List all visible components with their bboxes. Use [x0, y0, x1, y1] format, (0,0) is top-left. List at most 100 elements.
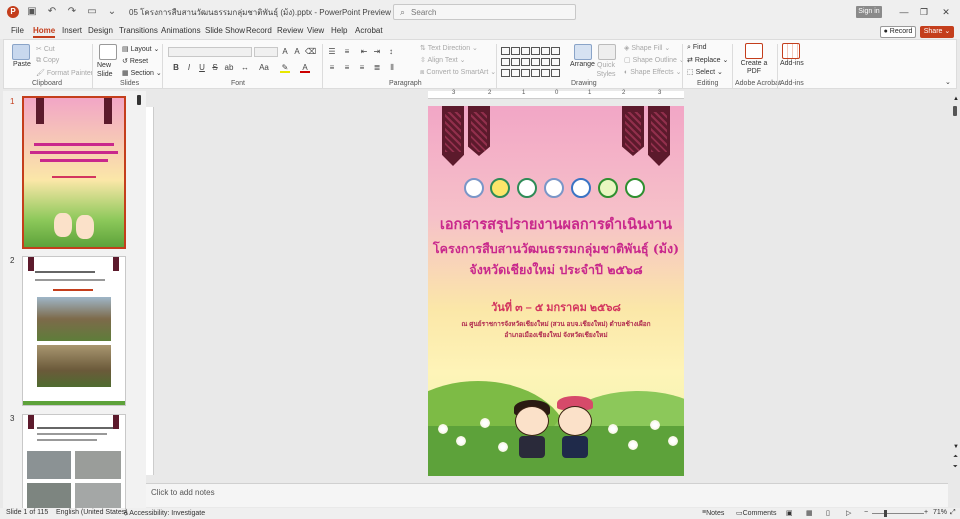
- fit-slide-icon[interactable]: ⤢: [950, 509, 956, 517]
- copy-button[interactable]: ⧉ Copy: [36, 57, 59, 65]
- zoom-slider-thumb[interactable]: [884, 510, 887, 517]
- bullets-icon[interactable]: ☰: [327, 47, 337, 57]
- char-spacing-icon[interactable]: ↔: [240, 63, 250, 73]
- tab-record[interactable]: Record: [246, 26, 272, 35]
- shape-icon[interactable]: [521, 69, 530, 77]
- create-pdf-icon[interactable]: [745, 43, 763, 59]
- shape-icon[interactable]: [511, 58, 520, 66]
- autosave-icon[interactable]: ▣: [25, 5, 39, 19]
- customize-toolbar-icon[interactable]: ⌄: [105, 5, 119, 19]
- decrease-font-icon[interactable]: A: [292, 47, 302, 57]
- layout-button[interactable]: ▤ Layout ⌄: [122, 45, 159, 53]
- find-button[interactable]: ⌕ Find: [687, 44, 707, 52]
- font-size-select[interactable]: [254, 47, 278, 57]
- scroll-up-icon[interactable]: ▲: [953, 96, 959, 102]
- editor-scrollbar[interactable]: ▲ ▼ ⏶ ⏷: [953, 96, 959, 474]
- tab-file[interactable]: File: [11, 26, 24, 35]
- restore-icon[interactable]: ❐: [916, 4, 932, 20]
- font-color-icon[interactable]: A: [300, 63, 310, 73]
- align-left-icon[interactable]: ≡: [327, 63, 337, 73]
- minimize-icon[interactable]: —: [896, 4, 912, 20]
- tab-design[interactable]: Design: [88, 26, 113, 35]
- notes-pane[interactable]: Click to add notes: [146, 483, 948, 507]
- arrange-icon[interactable]: [574, 44, 592, 60]
- sign-in-button[interactable]: Sign in: [856, 6, 882, 18]
- shape-icon[interactable]: [531, 58, 540, 66]
- align-right-icon[interactable]: ≡: [357, 63, 367, 73]
- tab-review[interactable]: Review: [277, 26, 303, 35]
- font-name-select[interactable]: [168, 47, 252, 57]
- columns-icon[interactable]: ⫴: [387, 63, 397, 73]
- shape-icon[interactable]: [521, 47, 530, 55]
- bold-button[interactable]: B: [171, 63, 181, 73]
- shape-icon[interactable]: [501, 58, 510, 66]
- select-button[interactable]: ⬚ Select ⌄: [687, 68, 723, 76]
- slide-thumbnail-2[interactable]: [22, 256, 126, 406]
- share-button[interactable]: Share ⌄: [920, 26, 954, 38]
- language-indicator[interactable]: English (United States): [56, 509, 128, 516]
- shape-icon[interactable]: [501, 69, 510, 77]
- search-input[interactable]: ⌕ Search: [393, 4, 576, 20]
- zoom-in-icon[interactable]: +: [924, 509, 928, 516]
- zoom-out-icon[interactable]: −: [864, 509, 868, 516]
- cut-button[interactable]: ✂ Cut: [36, 45, 55, 53]
- quick-styles-button[interactable]: Quick Styles: [594, 61, 618, 79]
- scroll-thumb[interactable]: [953, 106, 957, 116]
- normal-view-icon[interactable]: ▣: [786, 509, 793, 517]
- line-spacing-icon[interactable]: ↕: [386, 47, 396, 57]
- slide-thumbnail-3[interactable]: [22, 414, 126, 508]
- justify-icon[interactable]: ≣: [372, 63, 382, 73]
- tab-help[interactable]: Help: [331, 26, 347, 35]
- shape-icon[interactable]: [501, 47, 510, 55]
- highlight-color-icon[interactable]: ✎: [280, 63, 290, 73]
- shape-icon[interactable]: [531, 47, 540, 55]
- accessibility-button[interactable]: ♿ Accessibility: Investigate: [123, 509, 205, 517]
- shape-icon[interactable]: [541, 69, 550, 77]
- tab-view[interactable]: View: [307, 26, 324, 35]
- tab-acrobat[interactable]: Acrobat: [355, 26, 383, 35]
- decrease-indent-icon[interactable]: ⇤: [359, 47, 369, 57]
- tab-transitions[interactable]: Transitions: [119, 26, 158, 35]
- add-ins-icon[interactable]: [782, 43, 800, 59]
- text-direction-button[interactable]: ⇅ Text Direction ⌄: [420, 44, 478, 52]
- underline-button[interactable]: U: [197, 63, 207, 73]
- quick-styles-icon[interactable]: [598, 44, 616, 60]
- collapse-ribbon-icon[interactable]: ⌄: [945, 78, 951, 86]
- shape-fill-button[interactable]: ◈ Shape Fill ⌄: [624, 44, 670, 52]
- zoom-level[interactable]: 71%: [933, 509, 947, 516]
- add-ins-button[interactable]: Add-ins: [780, 60, 804, 67]
- shadow-icon[interactable]: ab: [224, 63, 234, 73]
- shape-icon[interactable]: [521, 58, 530, 66]
- change-case-button[interactable]: Aa: [256, 63, 272, 73]
- new-slide-button[interactable]: New Slide: [97, 61, 119, 79]
- arrange-button[interactable]: Arrange: [570, 61, 595, 68]
- shape-icon[interactable]: [541, 58, 550, 66]
- zoom-slider[interactable]: [872, 513, 924, 514]
- slide-thumbnail-1[interactable]: [22, 96, 126, 249]
- scroll-down-icon[interactable]: ▼: [953, 444, 959, 450]
- shape-outline-button[interactable]: ▢ Shape Outline ⌄: [624, 56, 685, 64]
- strikethrough-button[interactable]: S: [210, 63, 220, 73]
- create-pdf-button[interactable]: Create a PDF: [740, 60, 768, 76]
- tab-animations[interactable]: Animations: [161, 26, 201, 35]
- shape-icon[interactable]: [551, 47, 560, 55]
- align-center-icon[interactable]: ≡: [342, 63, 352, 73]
- increase-font-icon[interactable]: A: [280, 47, 290, 57]
- thumbnails-scrollbar[interactable]: [137, 95, 141, 105]
- next-slide-icon[interactable]: ⏷: [953, 464, 958, 471]
- comments-button[interactable]: ▭ Comments: [736, 509, 776, 517]
- section-button[interactable]: ▦ Section ⌄: [122, 69, 162, 77]
- shape-icon[interactable]: [541, 47, 550, 55]
- reset-button[interactable]: ↺ Reset: [122, 57, 148, 65]
- tab-insert[interactable]: Insert: [62, 26, 82, 35]
- tab-home[interactable]: Home: [33, 26, 56, 38]
- close-icon[interactable]: ✕: [938, 4, 954, 20]
- shape-icon[interactable]: [511, 69, 520, 77]
- slide-sorter-icon[interactable]: ▦: [806, 509, 813, 517]
- format-painter-button[interactable]: 🖌 Format Painter: [36, 69, 93, 77]
- paste-icon[interactable]: [12, 44, 30, 60]
- replace-button[interactable]: ⇄ Replace ⌄: [687, 56, 728, 64]
- undo-icon[interactable]: ↶: [45, 5, 59, 19]
- align-text-button[interactable]: ⇳ Align Text ⌄: [420, 56, 465, 64]
- numbering-icon[interactable]: ≡: [342, 47, 352, 57]
